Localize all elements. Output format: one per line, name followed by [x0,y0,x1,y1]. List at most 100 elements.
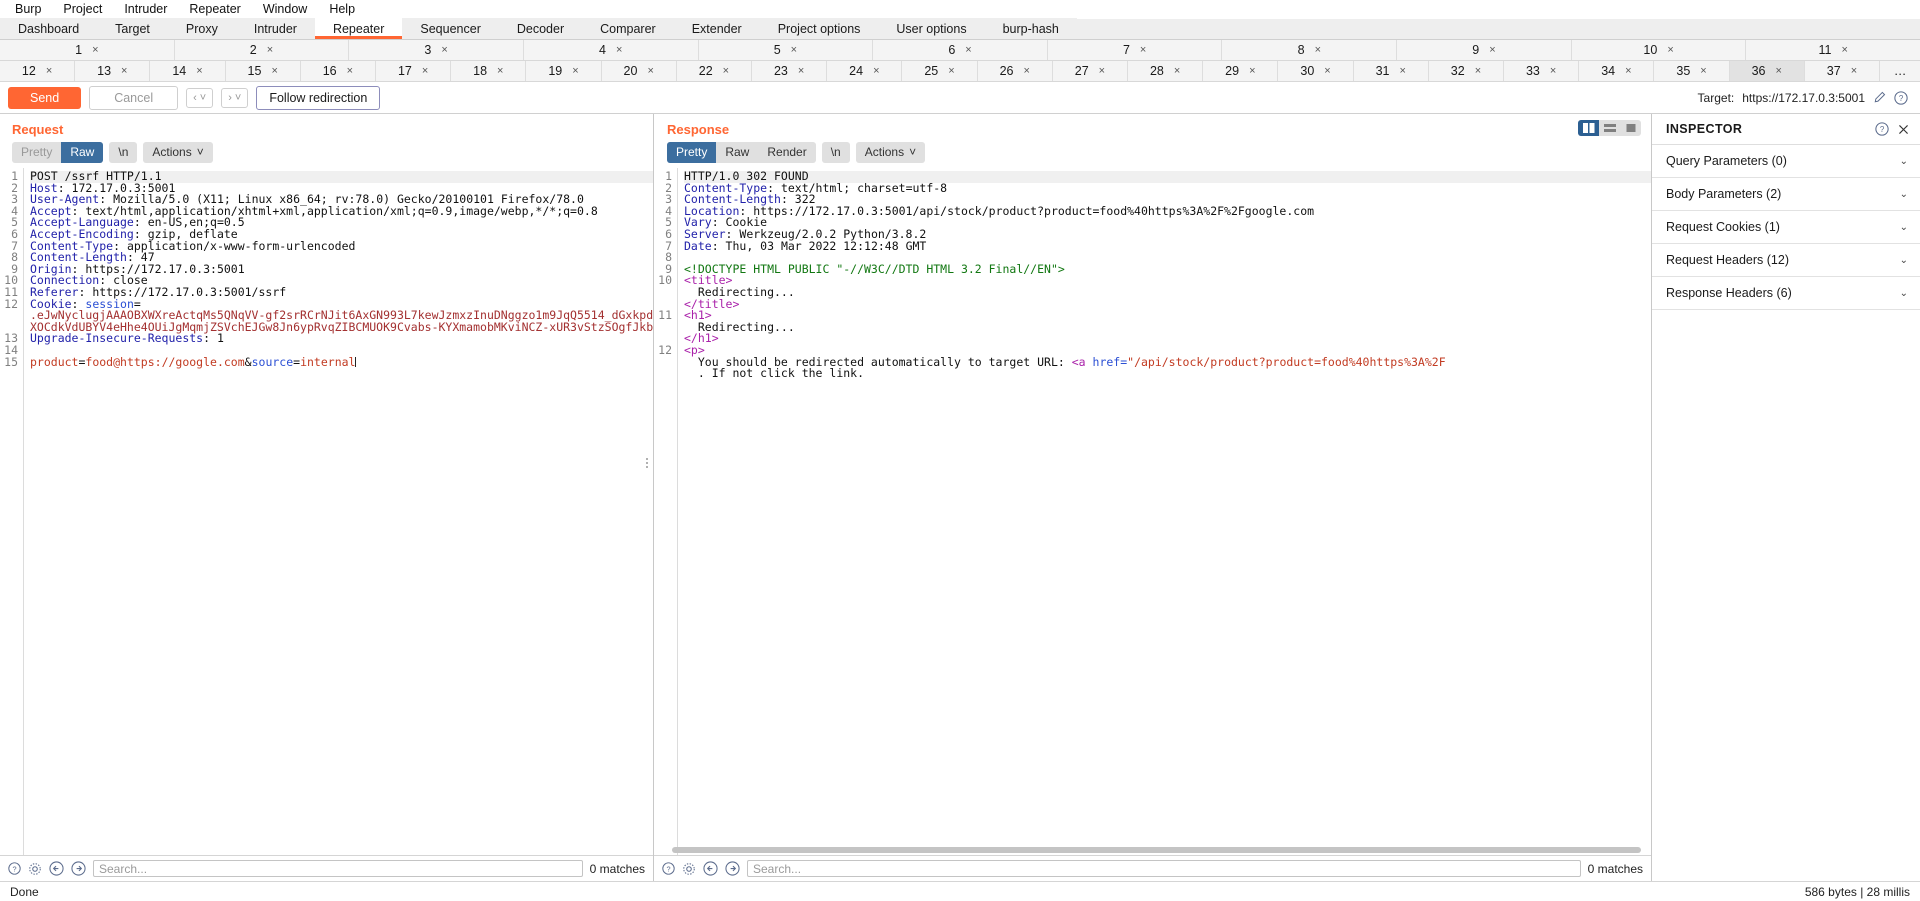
inspector-section-body-parameters-2[interactable]: Body Parameters (2)⌄ [1652,178,1920,211]
tab-repeater[interactable]: Repeater [315,18,402,39]
close-icon[interactable]: × [1700,65,1706,77]
repeater-tab-6[interactable]: 6× [873,40,1048,60]
follow-redirection-button[interactable]: Follow redirection [256,86,380,110]
close-icon[interactable]: × [1489,44,1495,56]
repeater-tab-14[interactable]: 14× [150,61,225,81]
response-tab-pretty[interactable]: Pretty [667,142,716,163]
repeater-tab-29[interactable]: 29× [1203,61,1278,81]
menu-item-project[interactable]: Project [52,0,113,19]
menu-item-intruder[interactable]: Intruder [113,0,178,19]
tab-sequencer[interactable]: Sequencer [402,18,498,39]
tab-intruder[interactable]: Intruder [236,18,315,39]
repeater-tab-33[interactable]: 33× [1504,61,1579,81]
close-icon[interactable]: × [196,65,202,77]
search-next-icon[interactable] [71,861,86,876]
request-search-input[interactable] [93,860,583,877]
close-icon[interactable]: × [1667,44,1673,56]
menu-item-burp[interactable]: Burp [4,0,52,19]
menu-item-window[interactable]: Window [252,0,318,19]
close-icon[interactable]: × [798,65,804,77]
close-icon[interactable]: × [1249,65,1255,77]
tab-comparer[interactable]: Comparer [582,18,674,39]
repeater-tab-17[interactable]: 17× [376,61,451,81]
close-icon[interactable]: × [497,65,503,77]
repeater-tab-24[interactable]: 24× [827,61,902,81]
repeater-tab-31[interactable]: 31× [1354,61,1429,81]
repeater-tab-10[interactable]: 10× [1572,40,1747,60]
request-actions-button[interactable]: Actions ˅ [143,142,212,163]
repeater-tab-8[interactable]: 8× [1222,40,1397,60]
close-icon[interactable]: × [1140,44,1146,56]
layout-single-button[interactable] [1620,120,1641,136]
gear-icon[interactable] [28,862,42,876]
repeater-tab-20[interactable]: 20× [602,61,677,81]
repeater-tab-16[interactable]: 16× [301,61,376,81]
tab-burp-hash[interactable]: burp-hash [985,18,1077,39]
response-actions-button[interactable]: Actions ˅ [856,142,925,163]
close-icon[interactable]: × [1099,65,1105,77]
close-icon[interactable] [1897,123,1910,136]
repeater-tab-26[interactable]: 26× [978,61,1053,81]
repeater-tab-5[interactable]: 5× [699,40,874,60]
repeater-tab-9[interactable]: 9× [1397,40,1572,60]
gear-icon[interactable] [682,862,696,876]
help-icon[interactable]: ? [662,862,675,875]
help-icon[interactable]: ? [1875,122,1889,136]
repeater-tab-28[interactable]: 28× [1128,61,1203,81]
close-icon[interactable]: × [271,65,277,77]
close-icon[interactable]: × [1023,65,1029,77]
close-icon[interactable]: × [616,44,622,56]
close-icon[interactable]: × [92,44,98,56]
tab-proxy[interactable]: Proxy [168,18,236,39]
close-icon[interactable]: × [873,65,879,77]
close-icon[interactable]: × [1851,65,1857,77]
repeater-tab-overflow[interactable]: … [1880,61,1920,81]
response-editor[interactable]: 12345678910 11 12 HTTP/1.0 302 FOUNDCont… [654,168,1651,855]
close-icon[interactable]: × [948,65,954,77]
close-icon[interactable]: × [1625,65,1631,77]
repeater-tab-18[interactable]: 18× [451,61,526,81]
inspector-section-response-headers-6[interactable]: Response Headers (6)⌄ [1652,277,1920,310]
repeater-tab-7[interactable]: 7× [1048,40,1223,60]
close-icon[interactable]: × [572,65,578,77]
request-tab-raw[interactable]: Raw [61,142,103,163]
close-icon[interactable]: × [1550,65,1556,77]
close-icon[interactable]: × [791,44,797,56]
response-newline-toggle[interactable]: \n [822,142,850,163]
repeater-tab-25[interactable]: 25× [902,61,977,81]
repeater-tab-35[interactable]: 35× [1654,61,1729,81]
repeater-tab-22[interactable]: 22× [677,61,752,81]
repeater-tab-23[interactable]: 23× [752,61,827,81]
repeater-tab-4[interactable]: 4× [524,40,699,60]
history-forward-button[interactable]: › ˅ [221,88,248,108]
repeater-tab-11[interactable]: 11× [1746,40,1920,60]
request-newline-toggle[interactable]: \n [109,142,137,163]
close-icon[interactable]: × [647,65,653,77]
close-icon[interactable]: × [1315,44,1321,56]
close-icon[interactable]: × [723,65,729,77]
request-tab-pretty[interactable]: Pretty [12,142,61,163]
repeater-tab-15[interactable]: 15× [226,61,301,81]
request-code[interactable]: POST /ssrf HTTP/1.1Host: 172.17.0.3:5001… [24,168,653,855]
history-back-button[interactable]: ‹ ˅ [186,88,213,108]
response-search-input[interactable] [747,860,1581,877]
response-code[interactable]: HTTP/1.0 302 FOUNDContent-Type: text/htm… [678,168,1651,855]
search-prev-icon[interactable] [49,861,64,876]
pencil-icon[interactable] [1873,91,1886,104]
close-icon[interactable]: × [422,65,428,77]
repeater-tab-2[interactable]: 2× [175,40,350,60]
menu-item-help[interactable]: Help [318,0,366,19]
close-icon[interactable]: × [347,65,353,77]
pane-drag-handle[interactable] [643,458,651,468]
close-icon[interactable]: × [1399,65,1405,77]
response-tab-render[interactable]: Render [758,142,815,163]
tab-project-options[interactable]: Project options [760,18,879,39]
repeater-tab-12[interactable]: 12× [0,61,75,81]
close-icon[interactable]: × [1776,65,1782,77]
close-icon[interactable]: × [1174,65,1180,77]
repeater-tab-19[interactable]: 19× [526,61,601,81]
close-icon[interactable]: × [46,65,52,77]
close-icon[interactable]: × [121,65,127,77]
repeater-tab-34[interactable]: 34× [1579,61,1654,81]
tab-target[interactable]: Target [97,18,168,39]
